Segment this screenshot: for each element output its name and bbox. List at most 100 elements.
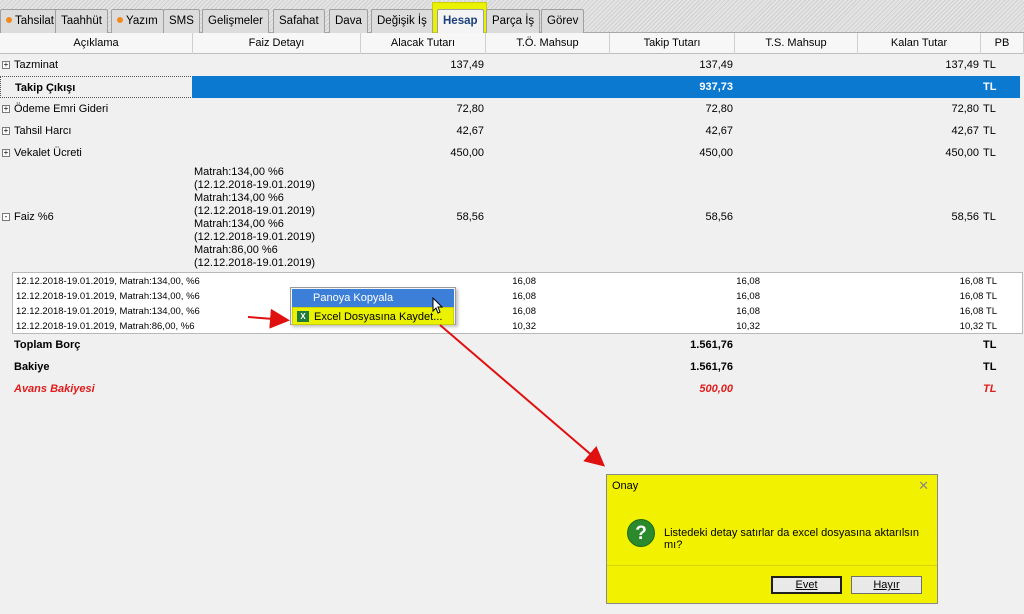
expand-icon[interactable]: + (2, 149, 10, 157)
row-takip: 58,56 (705, 211, 733, 223)
total-takip: 1.561,76 (690, 361, 733, 373)
row-pb: TL (983, 103, 996, 115)
row-kalan: 58,56 (951, 211, 979, 223)
expand-icon[interactable]: + (2, 105, 10, 113)
sub-alacak: 10,32 (512, 321, 536, 332)
sub-alacak: 16,08 (512, 291, 536, 302)
subgrid-row[interactable]: 12.12.2018-19.01.2019, Matrah:134,00, %6… (13, 289, 1022, 304)
row-pb: TL (983, 147, 996, 159)
subgrid-row[interactable]: 12.12.2018-19.01.2019, Matrah:86,00, %6 … (13, 319, 1022, 334)
tab-dava[interactable]: Dava (329, 9, 368, 33)
total-takip: 1.561,76 (690, 339, 733, 351)
row-takip: 42,67 (705, 125, 733, 137)
expand-icon[interactable]: + (2, 61, 10, 69)
faiz-detail-line: (12.12.2018-19.01.2019) (194, 231, 316, 243)
faiz-detail: Matrah:134,00 %6 (12.12.2018-19.01.2019)… (194, 166, 315, 270)
column-header[interactable]: Alacak Tutarı (361, 33, 486, 54)
menu-item-copy-clipboard[interactable]: Panoya Kopyala (292, 289, 454, 307)
column-header[interactable]: Takip Tutarı (610, 33, 735, 54)
column-header[interactable]: T.S. Mahsup (735, 33, 858, 54)
dialog-title: Onay (612, 480, 639, 492)
row-desc: Ödeme Emri Gideri (14, 103, 109, 115)
sub-kalan: 10,32 TL (959, 321, 997, 332)
yes-button[interactable]: Evet (771, 576, 842, 594)
column-header[interactable]: Kalan Tutar (858, 33, 981, 54)
tab-gorev[interactable]: Görev (541, 9, 585, 33)
table-row[interactable]: + Ödeme Emri Gideri 72,80 72,80 72,80 TL (0, 98, 1024, 120)
row-alacak: 450,00 (450, 147, 484, 159)
row-kalan: 72,80 (951, 103, 979, 115)
sub-desc: 12.12.2018-19.01.2019, Matrah:134,00, %6 (16, 276, 200, 287)
tab-parca-is[interactable]: Parça İş (486, 9, 541, 33)
total-row: Toplam Borç 1.561,76 TL (0, 334, 1024, 356)
table-row[interactable]: - Faiz %6 58,56 58,56 58,56 TL (0, 206, 1024, 228)
detail-subgrid: 12.12.2018-19.01.2019, Matrah:134,00, %6… (12, 272, 1023, 334)
total-pb: TL (983, 361, 997, 373)
total-pb: TL (983, 383, 997, 395)
row-takip: 137,49 (699, 59, 733, 71)
row-pb: TL (983, 211, 996, 223)
row-pb: TL (983, 125, 996, 137)
tab-hesap[interactable]: Hesap (437, 9, 484, 34)
table-row[interactable]: + Tazminat 137,49 137,49 137,49 TL (0, 54, 1024, 76)
tab-tahsilat[interactable]: Tahsilat (0, 9, 60, 33)
subgrid-row[interactable]: 12.12.2018-19.01.2019, Matrah:134,00, %6… (13, 274, 1022, 289)
excel-icon: X (297, 311, 309, 322)
tab-bar: Tahsilat Taahhüt Yazım SMS Gelişmeler Sa… (0, 0, 1024, 34)
no-button[interactable]: Hayır (851, 576, 922, 594)
sub-desc: 12.12.2018-19.01.2019, Matrah:86,00, %6 (16, 321, 195, 332)
sub-takip: 16,08 (736, 276, 760, 287)
question-icon: ? (627, 519, 655, 547)
faiz-detail-line: (12.12.2018-19.01.2019) (194, 257, 316, 269)
row-alacak: 137,49 (450, 59, 484, 71)
tab-taahhut[interactable]: Taahhüt (55, 9, 108, 33)
row-takip: 450,00 (699, 147, 733, 159)
tab-sms[interactable]: SMS (163, 9, 200, 33)
column-header[interactable]: T.Ö. Mahsup (486, 33, 610, 54)
menu-item-save-excel[interactable]: X Excel Dosyasına Kaydet... (292, 307, 454, 325)
row-takip: 937,73 (699, 81, 733, 93)
row-kalan: 450,00 (945, 147, 979, 159)
faiz-detail-line: Matrah:134,00 %6 (194, 166, 284, 178)
table-row[interactable]: + Vekalet Ücreti 450,00 450,00 450,00 TL (0, 142, 1024, 164)
row-kalan: 42,67 (951, 125, 979, 137)
total-pb: TL (983, 339, 997, 351)
context-menu: Panoya Kopyala X Excel Dosyasına Kaydet.… (290, 287, 456, 325)
total-takip: 500,00 (699, 383, 733, 395)
dialog-message: Listedeki detay satırlar da excel dosyas… (664, 527, 919, 551)
row-desc: Faiz %6 (14, 211, 54, 223)
collapse-icon[interactable]: - (2, 213, 10, 221)
table-row[interactable]: Takip Çıkışı 937,73 TL (0, 76, 1024, 98)
sub-takip: 16,08 (736, 291, 760, 302)
sub-takip: 10,32 (736, 321, 760, 332)
tab-degisik-is[interactable]: Değişik İş (371, 9, 433, 33)
grid-header: Açıklama Faiz Detayı Alacak Tutarı T.Ö. … (0, 33, 1024, 54)
tab-safahat[interactable]: Safahat (273, 9, 325, 33)
sub-alacak: 16,08 (512, 276, 536, 287)
total-label: Avans Bakiyesi (14, 383, 95, 395)
total-row: Bakiye 1.561,76 TL (0, 356, 1024, 378)
row-desc: Takip Çıkışı (0, 76, 193, 98)
tab-gelismeler[interactable]: Gelişmeler (202, 9, 269, 33)
row-takip: 72,80 (705, 103, 733, 115)
total-label: Toplam Borç (14, 339, 81, 351)
table-row[interactable]: + Tahsil Harcı 42,67 42,67 42,67 TL (0, 120, 1024, 142)
column-header[interactable]: Açıklama (0, 33, 193, 54)
total-label: Bakiye (14, 361, 50, 373)
sub-desc: 12.12.2018-19.01.2019, Matrah:134,00, %6 (16, 291, 200, 302)
sub-kalan: 16,08 TL (959, 306, 997, 317)
tab-yazim[interactable]: Yazım (111, 9, 164, 33)
column-header[interactable]: Faiz Detayı (193, 33, 361, 54)
column-header[interactable]: PB (981, 33, 1024, 54)
row-desc: Vekalet Ücreti (14, 147, 82, 159)
faiz-detail-line: (12.12.2018-19.01.2019) (194, 179, 316, 191)
total-row: Avans Bakiyesi 500,00 TL (0, 378, 1024, 400)
subgrid-row[interactable]: 12.12.2018-19.01.2019, Matrah:134,00, %6… (13, 304, 1022, 319)
expand-icon[interactable]: + (2, 127, 10, 135)
row-pb: TL (983, 59, 996, 71)
row-desc: Tahsil Harcı (14, 125, 72, 137)
faiz-detail-line: Matrah:134,00 %6 (194, 192, 284, 204)
row-kalan: 137,49 (945, 59, 979, 71)
close-icon[interactable]: ✕ (918, 478, 929, 494)
sub-takip: 16,08 (736, 306, 760, 317)
